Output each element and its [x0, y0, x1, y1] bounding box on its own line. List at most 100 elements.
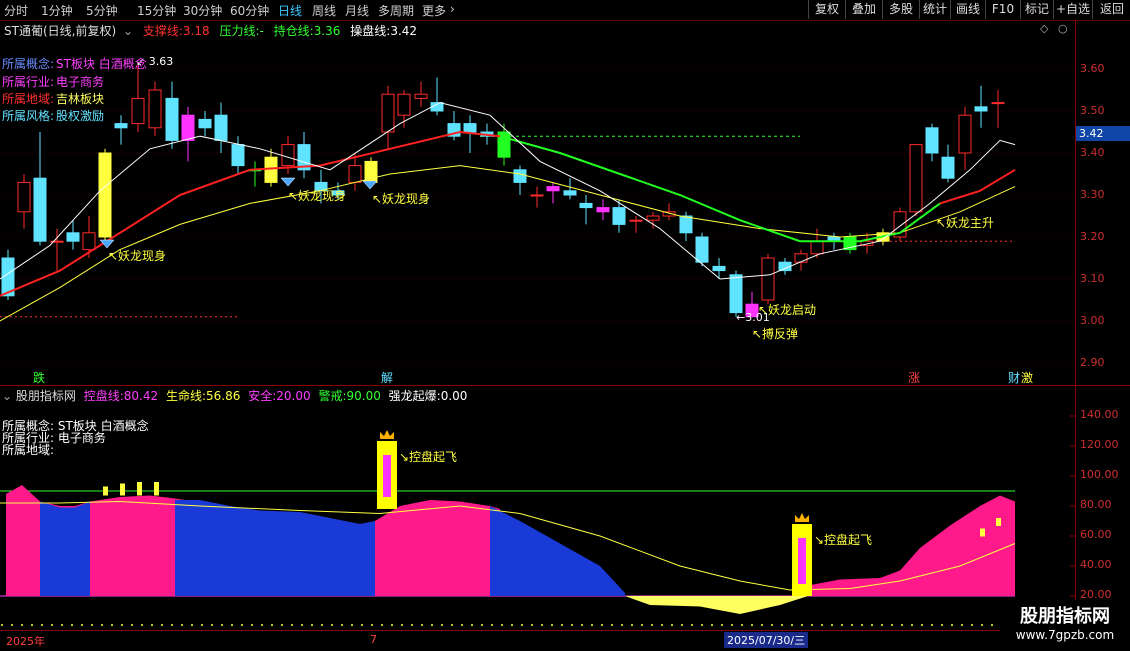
back-button[interactable]: 返回 — [1092, 0, 1130, 19]
time-dot — [211, 624, 213, 626]
diamond-icon — [280, 177, 296, 187]
time-dot — [571, 624, 573, 626]
ind-tick: 120.00 — [1080, 438, 1119, 451]
time-dot — [21, 624, 23, 626]
time-dot — [971, 624, 973, 626]
candle — [264, 156, 278, 183]
trade-label: 操盘线: — [350, 24, 391, 38]
period-tab[interactable]: 5分钟 — [86, 2, 118, 19]
time-dot — [141, 624, 143, 626]
time-dot — [561, 624, 563, 626]
period-tab[interactable]: 60分钟 — [230, 2, 269, 19]
life-label: 生命线: — [165, 389, 207, 403]
ind-tick: 40.00 — [1080, 558, 1112, 571]
period-tab[interactable]: 多周期 — [378, 2, 414, 19]
support-value: 3.18 — [182, 24, 210, 38]
candle — [33, 177, 47, 242]
time-dot — [951, 624, 953, 626]
kline-pane[interactable]: ↖妖龙现身 ↖妖龙现身 ↖妖龙现身 ↖妖龙启动 ↖搏反弹 ↖妖龙主升 ↙ 3.63 ←3.01… — [0, 20, 1075, 385]
signal-bar — [996, 518, 1001, 526]
time-dot — [511, 624, 513, 626]
time-dot — [491, 624, 493, 626]
indicator-name[interactable]: 股朋指标网 — [16, 389, 76, 403]
f10-button[interactable]: F10 — [985, 0, 1020, 19]
time-dot — [451, 624, 453, 626]
time-dot — [311, 624, 313, 626]
period-tab-active[interactable]: 日线 — [278, 2, 302, 19]
price-tick: 3.50 — [1080, 104, 1105, 117]
time-dot — [881, 624, 883, 626]
top-toolbar: 分时 1分钟 5分钟 15分钟 30分钟 60分钟 日线 周线 月线 多周期 更… — [0, 0, 1130, 21]
pressure-label: 压力线: — [219, 24, 260, 38]
time-dot — [521, 624, 523, 626]
time-dot — [251, 624, 253, 626]
stock-title[interactable]: ST通葡(日线,前复权) — [4, 24, 116, 38]
time-dot — [441, 624, 443, 626]
period-tab[interactable]: 15分钟 — [137, 2, 176, 19]
candle — [214, 114, 228, 141]
crown-icon — [380, 430, 394, 439]
ind-tick: 100.00 — [1080, 468, 1119, 481]
industry-info: 所属行业: 电子商务 — [2, 73, 104, 90]
time-dot — [901, 624, 903, 626]
indicator-axis: 140.00 120.00 100.00 80.00 60.00 40.00 2… — [1075, 386, 1130, 630]
time-dot — [891, 624, 893, 626]
diamond-icon — [362, 180, 378, 190]
time-dot — [681, 624, 683, 626]
warn-value: 90.00 — [346, 389, 381, 403]
candle — [348, 165, 362, 183]
signal-annotation: ↖妖龙现身 — [372, 191, 430, 206]
takeoff-signal-inner — [383, 455, 391, 497]
dragon-label: 强龙起爆: — [388, 389, 441, 403]
period-tab[interactable]: 月线 — [345, 2, 369, 19]
chevron-down-icon[interactable]: ⌄ — [2, 389, 12, 403]
bottom-mark: 涨 — [908, 370, 920, 385]
ind-region: 所属地域: — [2, 443, 55, 457]
time-label: 7 — [370, 633, 377, 646]
chevron-right-icon[interactable]: › — [450, 2, 455, 16]
circle-icon[interactable]: ○ — [1058, 22, 1068, 35]
period-tab[interactable]: 30分钟 — [183, 2, 222, 19]
candle — [98, 152, 112, 238]
multi-stock-button[interactable]: 多股 — [882, 0, 919, 19]
time-dot — [121, 624, 123, 626]
period-tab[interactable]: 分时 — [4, 2, 28, 19]
price-tick: 3.40 — [1080, 146, 1105, 159]
bottom-mark: 财 — [1008, 371, 1020, 385]
cursor-date: 2025/07/30/三 — [724, 632, 809, 648]
time-dot — [301, 624, 303, 626]
indicator-pane[interactable]: ↘控盘起飞 ↘控盘起飞 ⌄ 股朋指标网 控盘线:80.42 生命线:56.86 安… — [0, 386, 1075, 630]
diamond-icon[interactable]: ◇ — [1040, 22, 1048, 35]
time-dot — [261, 624, 263, 626]
indicator-chart[interactable]: ↘控盘起飞 ↘控盘起飞 — [0, 386, 1075, 630]
period-tab-more[interactable]: 更多 — [422, 2, 446, 19]
time-dot — [871, 624, 873, 626]
time-dot — [381, 624, 383, 626]
candle — [941, 156, 955, 179]
brand-url: www.7gpzb.com — [1015, 628, 1115, 642]
kline-chart[interactable]: ↖妖龙现身↖妖龙现身 ↖妖龙现身↖妖龙启动↖搏反弹↖妖龙主升↙ 3.63←3.01… — [0, 20, 1075, 385]
time-dot — [611, 624, 613, 626]
candle — [729, 274, 743, 314]
time-dot — [81, 624, 83, 626]
overlay-button[interactable]: 叠加 — [845, 0, 882, 19]
signal-bar — [137, 482, 142, 496]
stats-button[interactable]: 统计 — [919, 0, 950, 19]
region-value: 吉林板块 — [56, 92, 105, 106]
add-watchlist-button[interactable]: +自选 — [1053, 0, 1092, 19]
signal-bar — [980, 528, 985, 537]
time-dot — [351, 624, 353, 626]
period-tab[interactable]: 周线 — [312, 2, 336, 19]
mark-button[interactable]: 标记 — [1020, 0, 1053, 19]
chevron-down-icon[interactable]: ⌄ — [123, 24, 133, 38]
time-dot — [641, 624, 643, 626]
period-tab[interactable]: 1分钟 — [41, 2, 73, 19]
draw-line-button[interactable]: 画线 — [950, 0, 985, 19]
time-dot — [781, 624, 783, 626]
time-dot — [181, 624, 183, 626]
candle — [695, 236, 709, 263]
time-dot — [791, 624, 793, 626]
adjust-button[interactable]: 复权 — [808, 0, 845, 19]
time-dot — [721, 624, 723, 626]
candle — [198, 118, 212, 129]
